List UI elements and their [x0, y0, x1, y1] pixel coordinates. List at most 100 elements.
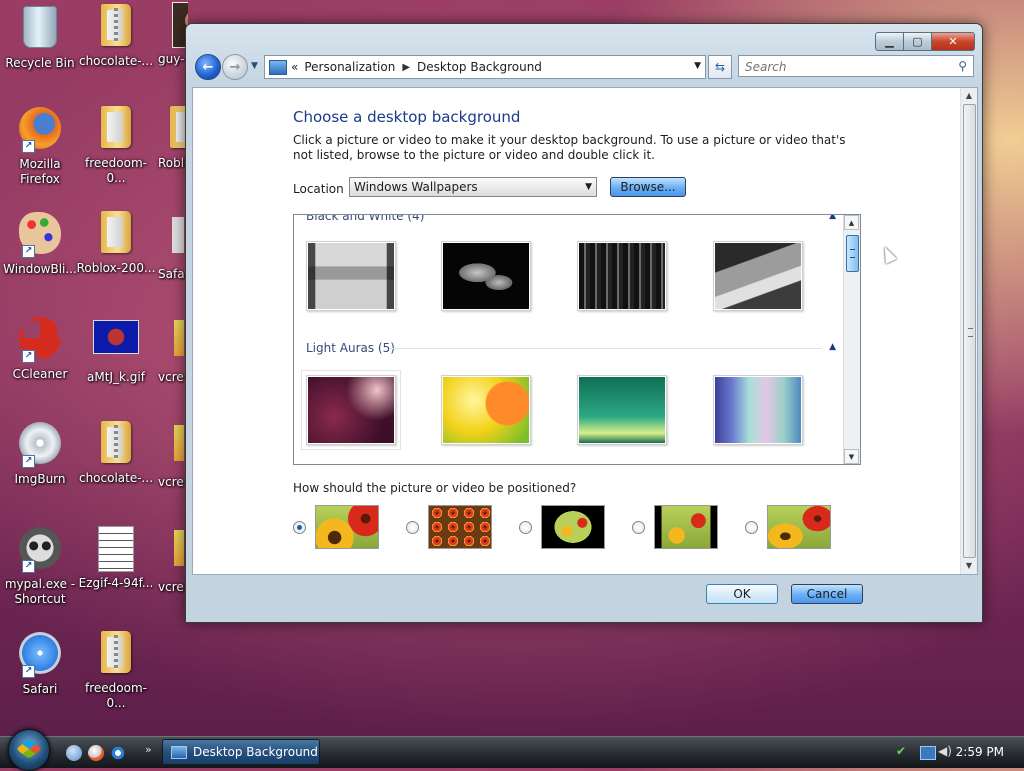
shortcut-arrow-icon: ↗: [22, 140, 35, 153]
position-option-tile[interactable]: [406, 505, 492, 549]
arrow-right-icon: →: [229, 59, 241, 75]
desktop-icon-safari[interactable]: ↗ Safari: [0, 629, 80, 697]
browse-button[interactable]: Browse...: [610, 177, 686, 197]
desktop-icon-label: WindowBli...: [3, 262, 77, 276]
position-radio[interactable]: [519, 520, 532, 534]
position-option-center[interactable]: [519, 505, 605, 549]
desktop-icon-label: Recycle Bin: [5, 56, 75, 70]
close-icon: ✕: [948, 35, 958, 48]
quicklaunch-show-desktop-icon[interactable]: [66, 745, 82, 761]
location-value: Windows Wallpapers: [354, 180, 478, 194]
maximize-button[interactable]: ▢: [903, 32, 932, 51]
refresh-icon: ⇆: [714, 60, 726, 74]
position-radio[interactable]: [406, 520, 419, 534]
recent-pages-dropdown[interactable]: ▼: [251, 61, 258, 71]
control-panel-icon: [171, 745, 187, 759]
quicklaunch-media-icon[interactable]: [88, 745, 104, 761]
search-icon[interactable]: ⚲: [958, 59, 967, 73]
search-input[interactable]: [743, 57, 947, 77]
quicklaunch-more-button[interactable]: »: [145, 743, 152, 756]
wallpaper-thumb-tree[interactable]: [713, 241, 803, 311]
scroll-down-arrow-icon[interactable]: ▼: [961, 558, 977, 574]
desktop-icon-chocolate-2[interactable]: chocolate-...: [76, 419, 156, 486]
network-icon[interactable]: [920, 746, 936, 760]
shortcut-arrow-icon: ↗: [22, 665, 35, 678]
desktop-icon-label: Mozilla Firefox: [19, 157, 61, 186]
address-bar[interactable]: « Personalization ▶ Desktop Background ▼: [264, 55, 706, 79]
wallpaper-thumb-aura-3[interactable]: [577, 375, 667, 445]
scroll-thumb[interactable]: [963, 104, 976, 558]
desktop-icon-vcre-1[interactable]: vcre: [152, 314, 185, 385]
desktop-icon-vcre-3[interactable]: vcre: [152, 524, 185, 595]
start-button[interactable]: [8, 729, 50, 771]
desktop-icon-ezgif[interactable]: Ezgif-4-94f...: [76, 524, 156, 591]
desktop-icon-ccleaner[interactable]: ↗ CCleaner: [0, 314, 80, 382]
position-option-fit[interactable]: [632, 505, 718, 549]
chevron-down-icon: ▼: [585, 182, 592, 192]
position-fill-preview-icon: [315, 505, 379, 549]
scroll-up-arrow-icon[interactable]: ▲: [961, 88, 977, 104]
clock[interactable]: 2:59 PM: [956, 745, 1004, 759]
shortcut-arrow-icon: ↗: [22, 560, 35, 573]
desktop-icon-imgburn[interactable]: ↗ ImgBurn: [0, 419, 80, 487]
desktop-icon-firefox[interactable]: ↗ Mozilla Firefox: [0, 104, 80, 187]
scroll-up-arrow-icon[interactable]: ▲: [844, 215, 859, 230]
breadcrumb-separator-icon[interactable]: ▶: [402, 62, 410, 73]
gallery-scrollbar[interactable]: ▲ ▼: [843, 215, 860, 464]
position-question: How should the picture or video be posit…: [293, 481, 577, 495]
position-option-stretch[interactable]: [745, 505, 831, 549]
wallpaper-thumb-aura-4[interactable]: [713, 375, 803, 445]
desktop-icon-freedoom[interactable]: freedoom-0...: [76, 104, 156, 186]
cancel-button[interactable]: Cancel: [791, 584, 863, 604]
volume-icon[interactable]: ◀): [938, 744, 952, 758]
minimize-button[interactable]: ▁: [875, 32, 904, 51]
scroll-thumb[interactable]: [846, 235, 859, 272]
forward-button[interactable]: →: [222, 54, 248, 80]
position-radio[interactable]: [745, 520, 758, 534]
wallpaper-image: [715, 243, 801, 309]
desktop-icon-label: mypal.exe - Shortcut: [4, 577, 76, 606]
address-dropdown-button[interactable]: ▼: [694, 61, 701, 71]
desktop-icon-roblox[interactable]: Roblox-200...: [76, 209, 156, 276]
ok-button[interactable]: OK: [706, 584, 778, 604]
wallpaper-thumb-train[interactable]: [306, 241, 396, 311]
refresh-button[interactable]: ⇆: [708, 55, 732, 79]
group-header-black-and-white[interactable]: Black and White (4): [306, 215, 424, 223]
wallpaper-thumb-aura-1[interactable]: [300, 362, 402, 464]
search-box[interactable]: ⚲: [738, 55, 974, 77]
desktop-icon-windowblinds[interactable]: ↗ WindowBli...: [0, 209, 80, 277]
desktop-icon-label: vcre: [158, 475, 184, 489]
collapse-group-button[interactable]: ▲: [829, 342, 836, 352]
quicklaunch-internet-explorer-icon[interactable]: [110, 745, 126, 761]
back-button[interactable]: ←: [195, 54, 221, 80]
desktop-icon-label: chocolate-...: [78, 471, 154, 485]
taskbar-item-desktop-background[interactable]: Desktop Background: [162, 739, 320, 765]
security-check-icon[interactable]: ✔: [896, 744, 910, 758]
desktop-icon-guy[interactable]: guy-: [148, 2, 188, 67]
wallpaper-thumb-aura-2[interactable]: [441, 375, 531, 445]
desktop-icon-recycle-bin[interactable]: Recycle Bin: [0, 2, 80, 71]
wallpaper-thumb-city[interactable]: [577, 241, 667, 311]
content-scrollbar[interactable]: ▲ ▼: [960, 88, 977, 574]
scroll-down-arrow-icon[interactable]: ▼: [844, 449, 859, 464]
shield-icon: [174, 425, 184, 461]
position-option-fill[interactable]: [293, 505, 379, 549]
location-select[interactable]: Windows Wallpapers ▼: [349, 177, 597, 197]
position-radio[interactable]: [293, 520, 306, 534]
wallpaper-thumb-leaf[interactable]: [441, 241, 531, 311]
breadcrumb-personalization[interactable]: Personalization: [304, 60, 395, 74]
close-button[interactable]: ✕: [931, 32, 975, 51]
desktop-icon-vcre-2[interactable]: vcre: [152, 419, 185, 490]
position-radio[interactable]: [632, 520, 645, 534]
desktop-icon-freedoom-2[interactable]: freedoom-0...: [76, 629, 156, 711]
desktop-icon-chocolate[interactable]: chocolate-...: [76, 2, 156, 69]
breadcrumb-overflow[interactable]: «: [291, 60, 298, 74]
zip-folder-icon: [101, 421, 131, 463]
desktop-icon-mypal[interactable]: ↗ mypal.exe - Shortcut: [0, 524, 80, 607]
desktop-icon-safa[interactable]: Safa: [152, 209, 185, 282]
collapse-group-button[interactable]: ▲: [829, 215, 836, 221]
group-header-light-auras[interactable]: Light Auras (5): [306, 341, 395, 355]
desktop-icon-roblo[interactable]: Roblo: [152, 104, 185, 171]
breadcrumb-desktop-background[interactable]: Desktop Background: [417, 60, 542, 74]
desktop-icon-amtj-gif[interactable]: aMtJ_k.gif: [76, 314, 156, 385]
